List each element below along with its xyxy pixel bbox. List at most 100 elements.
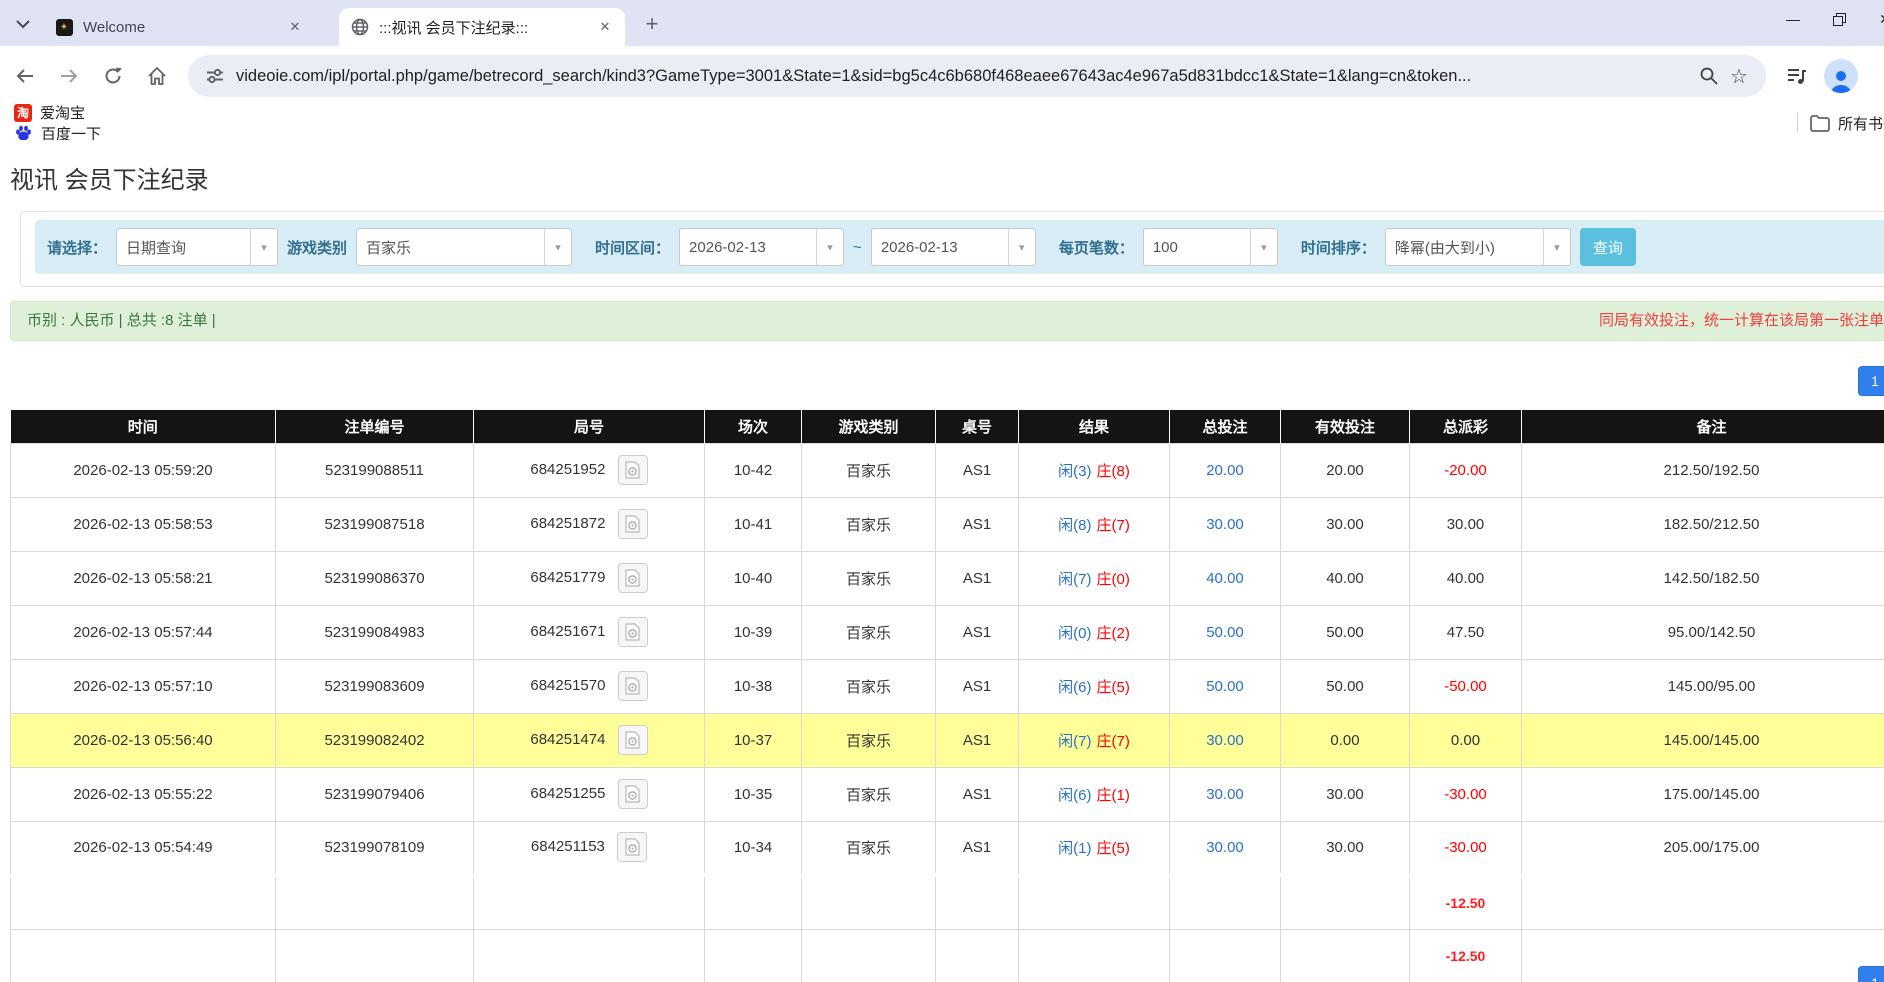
cell-table-no: AS1 — [936, 659, 1019, 713]
cell-round-id: 684251474 — [474, 713, 705, 767]
bookmarks-bar: 淘 爱淘宝 百度一下 所有书签 — [0, 106, 1884, 140]
column-header: 注单编号 — [276, 410, 474, 443]
cell-total-bet[interactable]: 30.00 — [1170, 497, 1281, 551]
table-row: 2026-02-13 05:59:20 523199088511 6842519… — [11, 443, 1884, 497]
table-row: 2026-02-13 05:57:10 523199083609 6842515… — [11, 659, 1884, 713]
cell-round-id: 684251570 — [474, 659, 705, 713]
cell-time: 2026-02-13 05:55:22 — [11, 767, 276, 821]
new-tab-button[interactable]: + — [638, 10, 666, 38]
site-info-icon[interactable] — [202, 63, 228, 89]
url-text[interactable]: videoie.com/ipl/portal.php/game/betrecor… — [236, 67, 1694, 86]
bet-records-table: 时间注单编号局号场次游戏类别桌号结果总投注有效投注总派彩备注 2026-02-1… — [10, 410, 1884, 982]
table-row: 2026-02-13 05:58:53 523199087518 6842518… — [11, 497, 1884, 551]
video-replay-icon[interactable] — [618, 563, 648, 593]
column-header: 结果 — [1019, 410, 1170, 443]
address-bar[interactable]: videoie.com/ipl/portal.php/game/betrecor… — [188, 55, 1766, 97]
round-number: 684251153 — [531, 838, 605, 855]
cell-valid-bet: 30.00 — [1281, 821, 1410, 875]
bookmark-item[interactable]: 淘 爱淘宝 — [14, 102, 101, 123]
close-button[interactable]: ✕ — [1862, 0, 1884, 38]
video-replay-icon[interactable] — [618, 617, 648, 647]
video-replay-icon[interactable] — [618, 779, 648, 809]
cell-total-bet[interactable]: 50.00 — [1170, 659, 1281, 713]
cell-result: 闲(1)庄(5) — [1019, 821, 1170, 875]
cell-game-type: 百家乐 — [802, 443, 936, 497]
cell-time: 2026-02-13 05:56:40 — [11, 713, 276, 767]
cell-game-type: 百家乐 — [802, 821, 936, 875]
cell-payout: 30.00 — [1410, 497, 1522, 551]
cell-valid-bet: 50.00 — [1281, 659, 1410, 713]
round-number: 684251570 — [530, 677, 605, 694]
page-title: 视讯 会员下注纪录 — [10, 160, 1884, 195]
result-player: 闲(0) — [1058, 625, 1091, 642]
table-row: 2026-02-13 05:55:22 523199079406 6842512… — [11, 767, 1884, 821]
tab-search-chevron-icon[interactable] — [8, 13, 38, 35]
table-row: 2026-02-13 05:57:44 523199084983 6842516… — [11, 605, 1884, 659]
result-banker: 庄(5) — [1097, 840, 1130, 857]
date-range-label: 时间区间： — [595, 237, 670, 258]
game-type-select[interactable]: 百家乐 ▾ — [356, 228, 572, 266]
cell-session: 10-39 — [705, 605, 802, 659]
cell-payout: 47.50 — [1410, 605, 1522, 659]
cell-valid-bet: 20.00 — [1281, 443, 1410, 497]
cell-round-id: 684251255 — [474, 767, 705, 821]
taobao-icon: 淘 — [14, 104, 32, 122]
date-to-select[interactable]: 2026-02-13 ▾ — [871, 228, 1036, 266]
media-controls-icon[interactable] — [1780, 59, 1814, 93]
zoom-icon[interactable] — [1694, 61, 1724, 91]
tab-close-icon[interactable]: ✕ — [285, 17, 305, 37]
pagination-page-1[interactable]: 1 — [1858, 966, 1884, 982]
cell-total-bet[interactable]: 40.00 — [1170, 551, 1281, 605]
cell-round-id: 684251952 — [474, 443, 705, 497]
restore-button[interactable] — [1816, 0, 1862, 38]
result-banker: 庄(7) — [1097, 733, 1130, 750]
cell-total-bet[interactable]: 30.00 — [1170, 767, 1281, 821]
cell-game-type: 百家乐 — [802, 713, 936, 767]
table-header-row: 时间注单编号局号场次游戏类别桌号结果总投注有效投注总派彩备注 — [11, 410, 1884, 443]
round-number: 684251872 — [530, 515, 605, 532]
video-replay-icon[interactable] — [618, 455, 648, 485]
video-replay-icon[interactable] — [618, 671, 648, 701]
page-size-select[interactable]: 100 ▾ — [1143, 228, 1278, 266]
sort-select[interactable]: 降幂(由大到小) ▾ — [1385, 228, 1571, 266]
summary-bar: 币别 : 人民币 | 总共 :8 注单 | 同局有效投注，统一计算在该局第一张注… — [10, 301, 1884, 341]
footer-payout: -12.50 — [1410, 875, 1522, 929]
result-banker: 庄(5) — [1097, 679, 1130, 696]
cell-round-id: 684251779 — [474, 551, 705, 605]
video-replay-icon[interactable] — [618, 725, 648, 755]
result-player: 闲(6) — [1058, 679, 1091, 696]
cell-total-bet[interactable]: 20.00 — [1170, 443, 1281, 497]
cell-session: 10-34 — [705, 821, 802, 875]
back-icon[interactable] — [6, 57, 44, 95]
pagination-page-1[interactable]: 1 — [1858, 366, 1884, 396]
chevron-down-icon: ▾ — [544, 229, 571, 265]
profile-avatar[interactable] — [1824, 59, 1858, 93]
cell-total-bet[interactable]: 50.00 — [1170, 605, 1281, 659]
search-button[interactable]: 查询 — [1580, 228, 1636, 266]
bookmark-star-icon[interactable]: ☆ — [1724, 61, 1754, 91]
browser-tab[interactable]: :::视讯 会员下注纪录::: ✕ — [339, 8, 625, 46]
browser-tab[interactable]: ✦ Welcome ✕ — [43, 8, 315, 46]
date-from-select[interactable]: 2026-02-13 ▾ — [679, 228, 844, 266]
result-player: 闲(7) — [1058, 733, 1091, 750]
home-icon[interactable] — [138, 57, 176, 95]
video-replay-icon[interactable] — [617, 832, 647, 862]
cell-time: 2026-02-13 05:59:20 — [11, 443, 276, 497]
cell-remark: 95.00/142.50 — [1522, 605, 1884, 659]
window-controls: — ✕ — [1770, 0, 1884, 38]
all-bookmarks-label: 所有书签 — [1838, 113, 1884, 134]
video-replay-icon[interactable] — [618, 509, 648, 539]
reload-icon[interactable] — [94, 57, 132, 95]
all-bookmarks-button[interactable]: 所有书签 — [1810, 113, 1884, 134]
minimize-button[interactable]: — — [1770, 0, 1816, 38]
toolbar-right — [1780, 59, 1858, 93]
forward-icon[interactable] — [50, 57, 88, 95]
result-player: 闲(7) — [1058, 571, 1091, 588]
cell-payout: -50.00 — [1410, 659, 1522, 713]
tab-close-icon[interactable]: ✕ — [595, 17, 615, 37]
cell-total-bet[interactable]: 30.00 — [1170, 713, 1281, 767]
cell-payout: -20.00 — [1410, 443, 1522, 497]
query-type-select[interactable]: 日期查询 ▾ — [116, 228, 278, 266]
cell-total-bet[interactable]: 30.00 — [1170, 821, 1281, 875]
cell-bet-id: 523199083609 — [276, 659, 474, 713]
